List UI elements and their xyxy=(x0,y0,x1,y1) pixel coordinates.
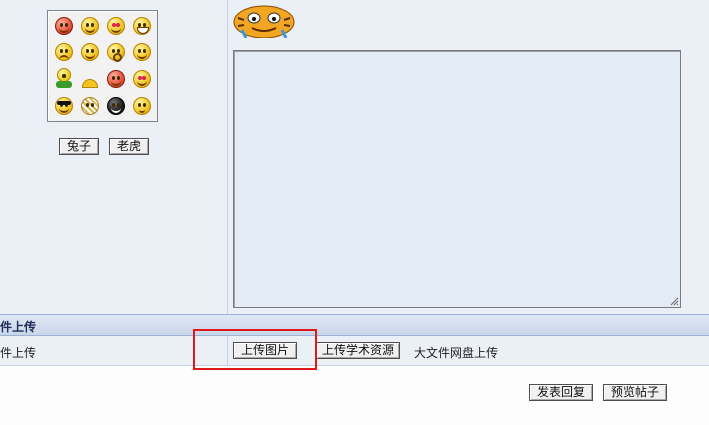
upload-image-button[interactable]: 上传图片 xyxy=(233,342,297,359)
emoji-grin-icon[interactable] xyxy=(131,15,153,37)
emoji-sad-icon[interactable] xyxy=(53,41,75,63)
emoji-smile-icon[interactable] xyxy=(79,15,101,37)
emoji-thinking-icon[interactable] xyxy=(131,95,153,117)
upload-section-header: 件上传 xyxy=(0,314,709,336)
preview-post-button[interactable]: 预览帖子 xyxy=(603,384,667,401)
submit-reply-button[interactable]: 发表回复 xyxy=(529,384,593,401)
tiger-mascot-icon xyxy=(233,5,295,38)
emoji-kiss-icon[interactable] xyxy=(105,15,127,37)
upload-row-divider xyxy=(227,336,228,366)
upload-academic-resource-button[interactable]: 上传学术资源 xyxy=(316,342,400,359)
upload-row-label: 件上传 xyxy=(0,346,37,360)
reply-textarea[interactable] xyxy=(233,50,681,308)
emoji-grid xyxy=(47,10,158,122)
emoji-black-face-icon[interactable] xyxy=(105,95,127,117)
rabbit-emoji-set-button[interactable]: 兔子 xyxy=(59,138,99,155)
upload-section-title: 件上传 xyxy=(0,320,37,334)
resize-handle-icon[interactable] xyxy=(670,297,679,306)
emoji-surprised-icon[interactable] xyxy=(105,41,127,63)
emoji-laugh-icon[interactable] xyxy=(131,41,153,63)
emoji-sunglasses-icon[interactable] xyxy=(53,95,75,117)
emoji-angry-icon[interactable] xyxy=(53,15,75,37)
emoji-heart-eyes-icon[interactable] xyxy=(131,68,153,90)
emoji-peek-icon[interactable] xyxy=(79,68,101,90)
emoji-frog-icon[interactable] xyxy=(53,68,75,90)
emoji-devil-icon[interactable] xyxy=(105,68,127,90)
large-file-upload-text: 大文件网盘上传 xyxy=(414,346,499,360)
emoji-happy-icon[interactable] xyxy=(79,41,101,63)
tiger-emoji-set-button[interactable]: 老虎 xyxy=(109,138,149,155)
emoji-pattern-icon[interactable] xyxy=(79,95,101,117)
